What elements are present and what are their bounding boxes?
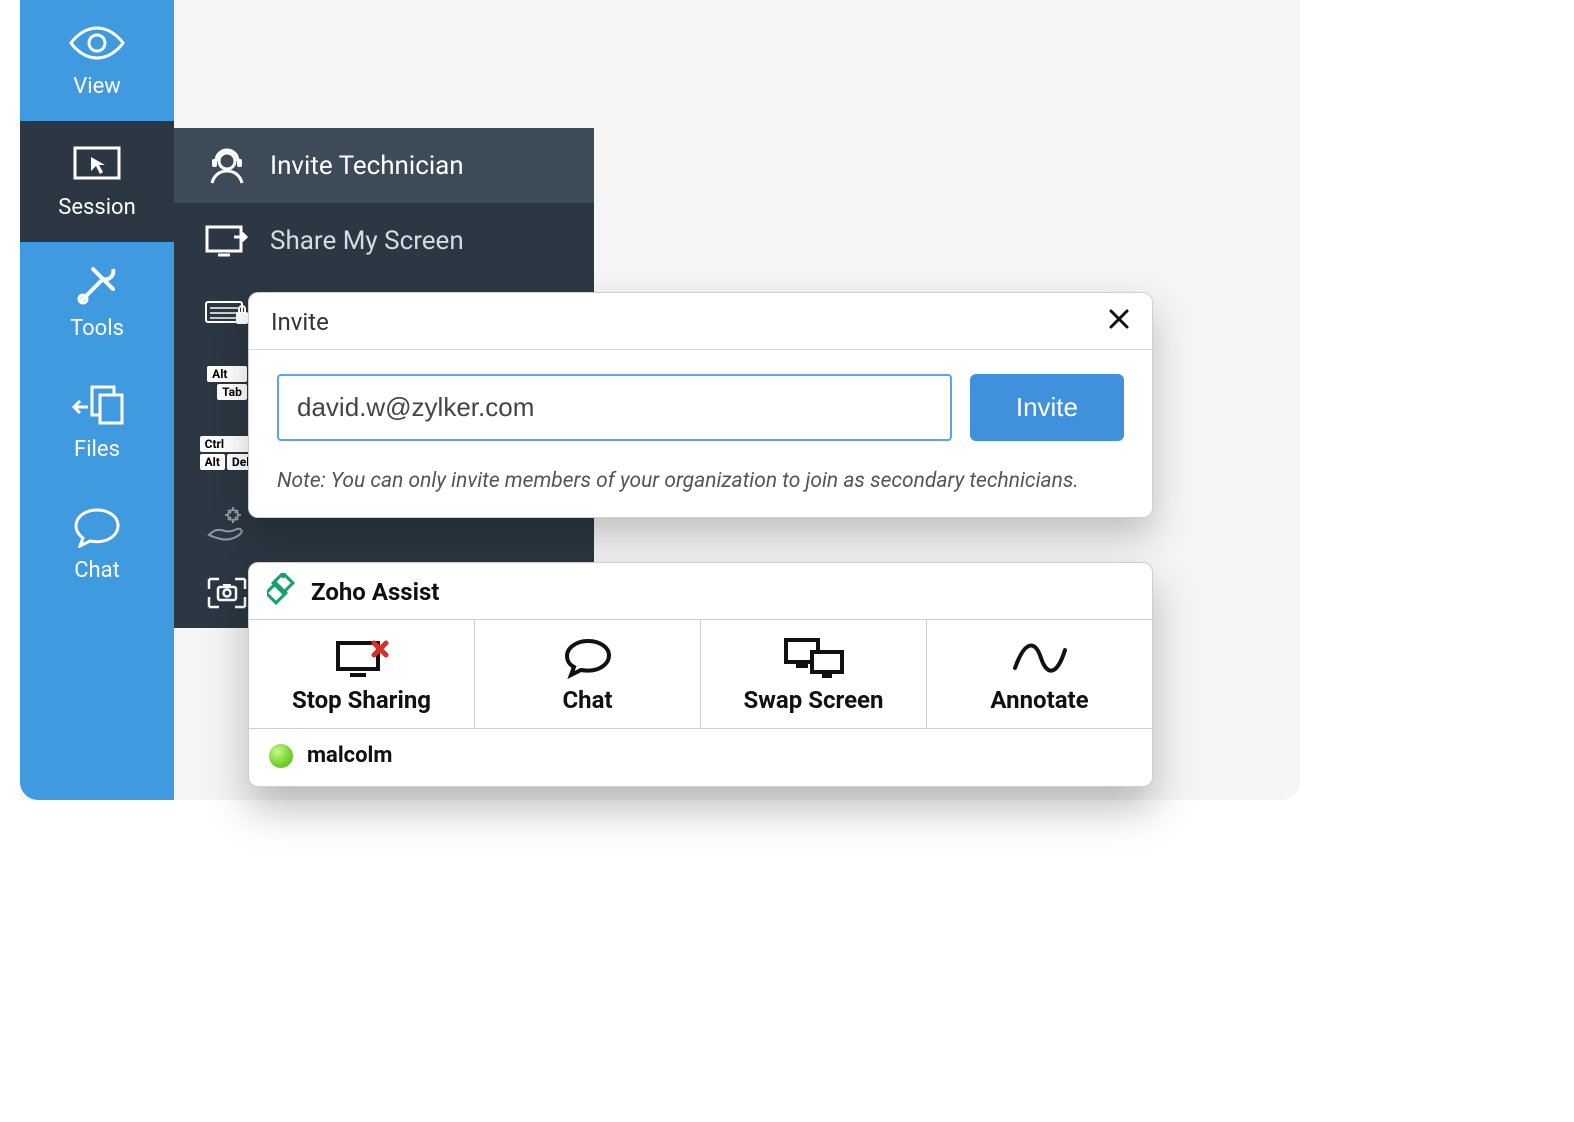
invite-button[interactable]: Invite <box>970 374 1124 441</box>
action-label: Swap Screen <box>744 686 884 714</box>
action-stop-sharing[interactable]: Stop Sharing <box>249 620 475 728</box>
participant-row: malcolm <box>249 729 1152 786</box>
action-swap-screen[interactable]: Swap Screen <box>701 620 927 728</box>
hand-gear-icon <box>200 505 254 541</box>
presence-online-icon <box>269 744 293 768</box>
zoho-assist-logo-icon <box>267 573 299 611</box>
eye-icon <box>67 18 127 68</box>
invite-dialog-header: Invite <box>249 293 1152 350</box>
sidebar-item-view[interactable]: View <box>20 0 174 121</box>
sidebar-item-label: Files <box>74 437 120 462</box>
tools-wrench-icon <box>73 260 121 310</box>
assist-actions: Stop Sharing Chat Swap Screen <box>249 619 1152 729</box>
stop-sharing-icon <box>332 636 392 680</box>
invite-dialog-title: Invite <box>271 308 329 336</box>
assist-panel: Zoho Assist Stop Sharing Chat <box>248 562 1153 787</box>
action-label: Stop Sharing <box>292 686 431 714</box>
sidebar-item-label: Session <box>58 195 135 220</box>
sidebar-item-label: Chat <box>74 558 120 583</box>
invite-email-input[interactable] <box>277 374 952 441</box>
alt-tab-icon: Alt Tab <box>200 366 254 400</box>
participant-name: malcolm <box>307 743 392 768</box>
action-label: Chat <box>562 686 612 714</box>
action-chat[interactable]: Chat <box>475 620 701 728</box>
sidebar: View Session Tools <box>20 0 174 800</box>
keyboard-lock-icon <box>200 298 254 328</box>
invite-dialog-body: Invite Note: You can only invite members… <box>249 350 1152 517</box>
sidebar-item-label: View <box>73 74 121 99</box>
chat-bubble-icon <box>72 502 122 552</box>
invite-note: Note: You can only invite members of you… <box>277 469 1124 493</box>
screenshot-camera-icon <box>200 575 254 611</box>
menu-share-my-screen[interactable]: Share My Screen <box>174 203 594 278</box>
menu-invite-technician[interactable]: Invite Technician <box>174 128 594 203</box>
sidebar-item-label: Tools <box>70 316 124 341</box>
monitor-cursor-icon <box>71 139 123 189</box>
files-transfer-icon <box>70 381 124 431</box>
sidebar-item-tools[interactable]: Tools <box>20 242 174 363</box>
assist-panel-title: Zoho Assist <box>311 578 439 606</box>
headset-agent-icon <box>200 145 254 187</box>
invite-dialog: Invite Invite Note: You can only invite … <box>248 292 1153 518</box>
close-icon[interactable] <box>1108 307 1130 337</box>
menu-item-label: Invite Technician <box>270 151 464 181</box>
swap-screen-icon <box>782 636 846 680</box>
ctrl-alt-del-icon: Ctrl AltDel <box>200 436 254 470</box>
action-label: Annotate <box>990 686 1088 714</box>
sidebar-item-files[interactable]: Files <box>20 363 174 484</box>
share-screen-icon <box>200 223 254 259</box>
annotate-wave-icon <box>1011 636 1069 680</box>
action-annotate[interactable]: Annotate <box>927 620 1152 728</box>
sidebar-item-chat[interactable]: Chat <box>20 484 174 605</box>
sidebar-item-session[interactable]: Session <box>20 121 174 242</box>
assist-panel-header: Zoho Assist <box>249 563 1152 619</box>
chat-icon <box>562 636 614 680</box>
menu-item-label: Share My Screen <box>270 226 464 256</box>
